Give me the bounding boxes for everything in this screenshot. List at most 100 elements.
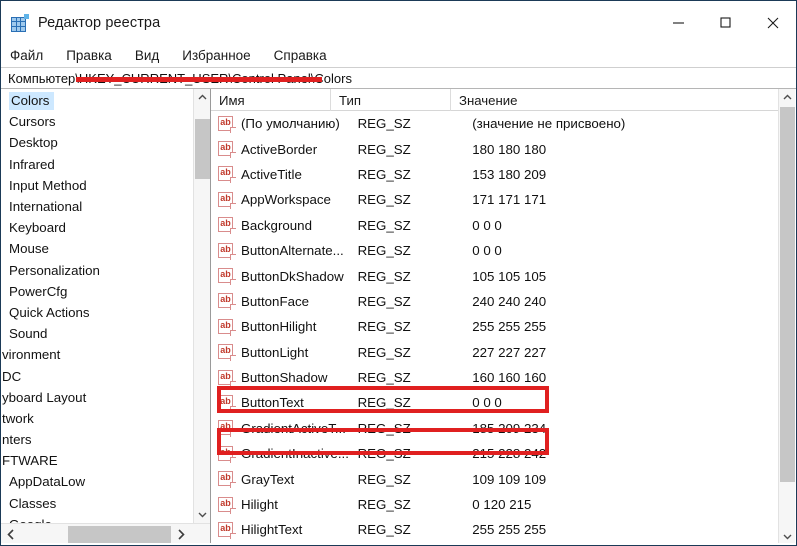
tree-item[interactable]: Personalization bbox=[1, 260, 194, 281]
value-data: 109 109 109 bbox=[472, 471, 547, 487]
table-row[interactable]: ab ButtonFace REG_SZ 240 240 240 bbox=[211, 289, 778, 314]
chevron-right-icon[interactable] bbox=[171, 524, 191, 545]
tree-item[interactable]: DC bbox=[1, 365, 194, 386]
value-type: REG_SZ bbox=[357, 420, 411, 436]
menu-item-favorites[interactable]: Избранное bbox=[182, 47, 259, 65]
tree-item[interactable]: twork bbox=[1, 408, 194, 429]
list-vertical-scrollbar[interactable] bbox=[778, 89, 795, 545]
list-scroll-thumb[interactable] bbox=[780, 107, 795, 482]
value-name: GradientActiveT... bbox=[241, 420, 346, 436]
tree-item[interactable]: Cursors bbox=[1, 111, 194, 132]
menu-item-edit[interactable]: Правка bbox=[66, 47, 121, 65]
table-row[interactable]: ab AppWorkspace REG_SZ 171 171 171 bbox=[211, 187, 778, 212]
main-content: Colors Cursors Desktop Infrared Input Method… bbox=[1, 89, 796, 545]
table-row[interactable]: ab GradientActiveT... REG_SZ 185 209 234 bbox=[211, 416, 778, 441]
value-data: 240 240 240 bbox=[472, 293, 547, 309]
value-data: 185 209 234 bbox=[472, 420, 547, 436]
registry-tree-list[interactable]: Colors Cursors Desktop Infrared Input Method… bbox=[1, 89, 194, 523]
table-row[interactable]: ab ButtonShadow REG_SZ 160 160 160 bbox=[211, 365, 778, 390]
chevron-down-icon[interactable] bbox=[194, 506, 210, 523]
string-value-icon: ab bbox=[218, 268, 236, 286]
table-row[interactable]: ab ButtonLight REG_SZ 227 227 227 bbox=[211, 340, 778, 365]
table-row[interactable]: ab Hilight REG_SZ 0 120 215 bbox=[211, 492, 778, 517]
value-type: REG_SZ bbox=[357, 446, 411, 462]
tree-item[interactable]: Keyboard bbox=[1, 217, 194, 238]
tree-vertical-scrollbar[interactable] bbox=[193, 89, 210, 523]
tree-item[interactable]: Sound bbox=[1, 323, 194, 344]
tree-horizontal-scrollbar[interactable] bbox=[1, 523, 210, 545]
tree-item[interactable]: yboard Layout bbox=[1, 387, 194, 408]
table-row[interactable]: ab GrayText REG_SZ 109 109 109 bbox=[211, 466, 778, 491]
tree-item-label: Mouse bbox=[9, 241, 49, 257]
value-name: (По умолчанию) bbox=[241, 116, 340, 132]
menu-item-view[interactable]: Вид bbox=[135, 47, 168, 65]
tree-item[interactable]: Input Method bbox=[1, 175, 194, 196]
table-row[interactable]: ab ButtonDkShadow REG_SZ 105 105 105 bbox=[211, 263, 778, 288]
value-type: REG_SZ bbox=[357, 141, 411, 157]
registry-tree-pane: Colors Cursors Desktop Infrared Input Method… bbox=[1, 89, 211, 545]
tree-item[interactable]: PowerCfg bbox=[1, 281, 194, 302]
minimize-button[interactable] bbox=[655, 1, 702, 44]
table-row[interactable]: ab HilightText REG_SZ 255 255 255 bbox=[211, 517, 778, 542]
tree-item-label: Sound bbox=[9, 326, 48, 342]
value-name: Background bbox=[241, 217, 312, 233]
table-row[interactable]: ab GradientInactive... REG_SZ 215 228 242 bbox=[211, 441, 778, 466]
value-type: REG_SZ bbox=[357, 192, 411, 208]
tree-item[interactable]: nters bbox=[1, 429, 194, 450]
table-row[interactable]: ab Background REG_SZ 0 0 0 bbox=[211, 213, 778, 238]
table-row[interactable]: ab (По умолчанию) REG_SZ (значение не присв… bbox=[211, 111, 778, 136]
table-row[interactable]: ab ButtonAlternate... REG_SZ 0 0 0 bbox=[211, 238, 778, 263]
tree-hscroll-thumb[interactable] bbox=[68, 526, 171, 543]
tree-item-label: Quick Actions bbox=[9, 304, 90, 320]
table-row[interactable]: ab ButtonHilight REG_SZ 255 255 255 bbox=[211, 314, 778, 339]
value-name: ActiveTitle bbox=[241, 166, 302, 182]
tree-item[interactable]: Desktop bbox=[1, 132, 194, 153]
string-value-icon: ab bbox=[218, 369, 236, 387]
string-value-icon: ab bbox=[218, 394, 236, 412]
tree-item[interactable]: International bbox=[1, 196, 194, 217]
tree-item[interactable]: FTWARE bbox=[1, 450, 194, 471]
column-header-value[interactable]: Значение bbox=[451, 89, 778, 111]
address-bar[interactable]: Компьютер\HKEY_CURRENT_USER\Control Pane… bbox=[1, 67, 796, 89]
value-data: 153 180 209 bbox=[472, 166, 547, 182]
registry-values-list[interactable]: ab (По умолчанию) REG_SZ (значение не присв… bbox=[211, 111, 778, 545]
string-value-icon: ab bbox=[218, 293, 236, 311]
tree-item-label: Personalization bbox=[9, 262, 100, 278]
value-name: Hilight bbox=[241, 497, 278, 513]
tree-item[interactable]: Classes bbox=[1, 493, 194, 514]
value-type: REG_SZ bbox=[357, 395, 411, 411]
tree-item[interactable]: Quick Actions bbox=[1, 302, 194, 323]
table-row[interactable]: ab ActiveBorder REG_SZ 180 180 180 bbox=[211, 136, 778, 161]
tree-scroll-thumb[interactable] bbox=[195, 119, 210, 179]
tree-item-label: Cursors bbox=[9, 114, 56, 130]
chevron-left-icon[interactable] bbox=[1, 524, 21, 545]
tree-item[interactable]: vironment bbox=[1, 344, 194, 365]
value-data: 215 228 242 bbox=[472, 446, 547, 462]
value-type: REG_SZ bbox=[357, 166, 411, 182]
tree-item[interactable]: Google bbox=[1, 514, 194, 523]
close-button[interactable] bbox=[749, 1, 796, 44]
maximize-button[interactable] bbox=[702, 1, 749, 44]
tree-item[interactable]: Mouse bbox=[1, 238, 194, 259]
menu-item-help[interactable]: Справка bbox=[274, 47, 336, 65]
column-header-name[interactable]: Имя bbox=[211, 89, 331, 111]
column-header-type[interactable]: Тип bbox=[331, 89, 451, 111]
window-title: Редактор реестра bbox=[38, 14, 161, 31]
string-value-icon: ab bbox=[218, 471, 236, 489]
tree-item-label: yboard Layout bbox=[2, 389, 87, 405]
chevron-up-icon[interactable] bbox=[194, 89, 210, 106]
value-type: REG_SZ bbox=[357, 497, 411, 513]
value-data: 180 180 180 bbox=[472, 141, 547, 157]
tree-item[interactable]: Colors bbox=[1, 90, 194, 111]
chevron-up-icon[interactable] bbox=[779, 89, 795, 106]
table-row[interactable]: ab ActiveTitle REG_SZ 153 180 209 bbox=[211, 162, 778, 187]
string-value-icon: ab bbox=[218, 242, 236, 260]
value-type: REG_SZ bbox=[357, 116, 411, 132]
value-data: 160 160 160 bbox=[472, 370, 547, 386]
table-row[interactable]: ab ButtonText REG_SZ 0 0 0 bbox=[211, 390, 778, 415]
value-data: (значение не присвоено) bbox=[472, 116, 626, 132]
tree-item[interactable]: AppDataLow bbox=[1, 471, 194, 492]
tree-item[interactable]: Infrared bbox=[1, 154, 194, 175]
tree-item-label: Infrared bbox=[9, 156, 55, 172]
menu-item-file[interactable]: Файл bbox=[10, 47, 52, 65]
